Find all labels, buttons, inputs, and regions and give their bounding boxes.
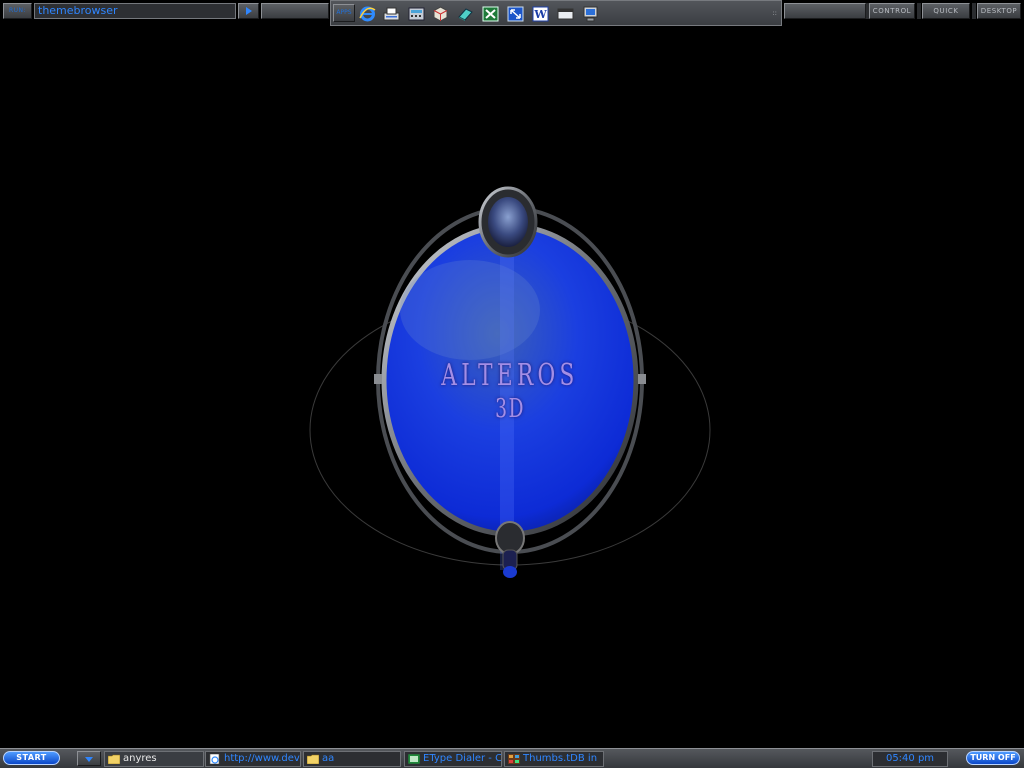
top-separator <box>972 3 976 19</box>
run-input[interactable]: themebrowser <box>34 3 236 19</box>
task-label: anyres <box>123 753 157 764</box>
resize-icon[interactable] <box>505 4 526 24</box>
dialer-icon <box>408 754 420 764</box>
logo-subtitle: 3D <box>495 394 525 424</box>
task-label: EType Dialer - C <box>423 753 502 764</box>
start-button[interactable]: START <box>3 751 60 765</box>
ie-page-icon <box>209 754 220 764</box>
desktop-button[interactable]: DESKTOP <box>977 3 1021 19</box>
svg-text:W: W <box>533 8 547 21</box>
taskbar-menu-button[interactable] <box>77 751 101 766</box>
turn-off-button[interactable]: TURN OFF <box>966 751 1020 765</box>
alteros-logo: ALTEROS 3D <box>300 180 720 590</box>
task-item-aa[interactable]: aa <box>303 751 401 767</box>
top-separator <box>917 3 921 19</box>
task-item-ie[interactable]: http://www.dev <box>205 751 301 767</box>
top-bar-spacer <box>261 3 329 19</box>
folder-icon <box>307 754 319 764</box>
run-label: RUN: <box>3 3 32 19</box>
taskbar: START anyres http://www.dev aa EType Dia… <box>0 748 1024 768</box>
clock: 05:40 pm <box>872 751 948 767</box>
task-item-dialer[interactable]: EType Dialer - C <box>404 751 502 767</box>
task-label: Thumbs.tDB in <box>523 753 598 764</box>
word-icon[interactable]: W <box>530 4 551 24</box>
apps-panel: APPS W :: <box>330 0 782 26</box>
computer-icon[interactable] <box>580 4 601 24</box>
control-button[interactable]: CONTROL <box>869 3 915 19</box>
thumbs-icon <box>508 754 520 764</box>
package-icon[interactable] <box>430 4 451 24</box>
quick-button[interactable]: QUICK <box>922 3 970 19</box>
apps-grip[interactable]: :: <box>772 9 777 17</box>
folder-icon <box>108 754 120 764</box>
run-go-button[interactable] <box>238 3 259 19</box>
internet-explorer-icon[interactable] <box>357 4 378 24</box>
task-label: aa <box>322 753 335 764</box>
apps-label: APPS <box>333 4 355 22</box>
calculator-icon[interactable] <box>406 4 427 24</box>
top-bar: RUN: themebrowser APPS W:: CONTROL QUIC… <box>0 0 1024 26</box>
task-label: http://www.dev <box>224 753 300 764</box>
eraser-icon[interactable] <box>455 4 476 24</box>
logo-title: ALTEROS <box>441 358 579 393</box>
excel-icon[interactable] <box>480 4 501 24</box>
scanner-icon[interactable] <box>381 4 402 24</box>
task-item-anyres[interactable]: anyres <box>104 751 204 767</box>
task-item-thumbs[interactable]: Thumbs.tDB in <box>504 751 604 767</box>
top-bar-spacer <box>784 3 866 19</box>
window-icon[interactable] <box>555 4 576 24</box>
